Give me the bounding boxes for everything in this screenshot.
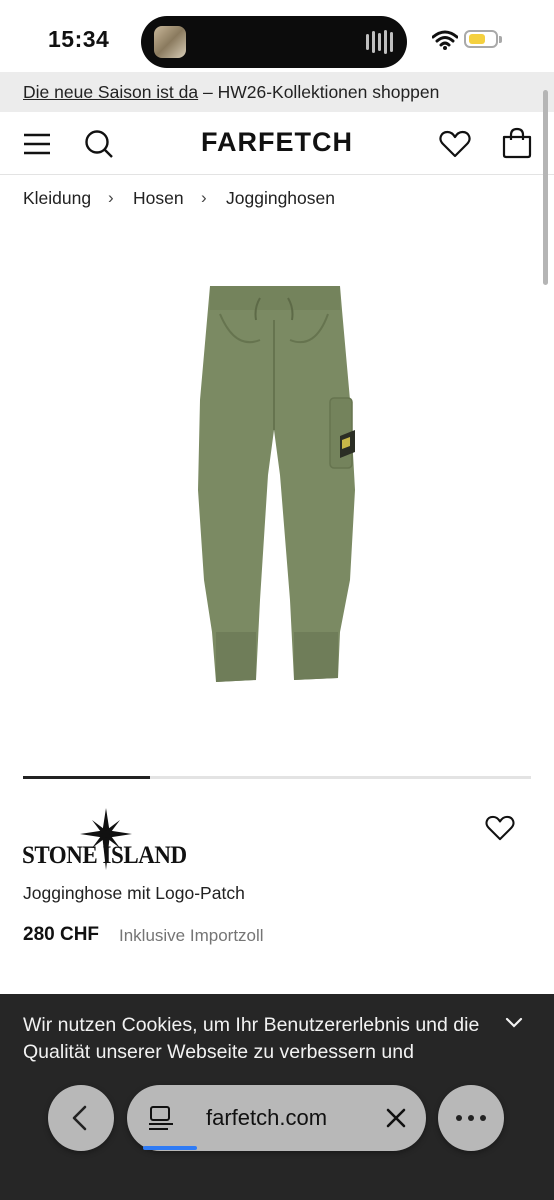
image-carousel-progress — [23, 776, 531, 779]
audio-wave-bar — [390, 32, 393, 52]
audio-wave-bar — [378, 33, 381, 51]
brand-name[interactable]: STONE ISLAND — [22, 842, 187, 870]
more-icon — [456, 1115, 486, 1121]
close-icon[interactable] — [385, 1107, 407, 1129]
back-button[interactable] — [48, 1085, 114, 1151]
back-chevron-icon — [72, 1105, 87, 1131]
battery-icon — [464, 30, 498, 48]
cookie-text: Wir nutzen Cookies, um Ihr Benutzererleb… — [23, 1014, 480, 1063]
product-title: Jogginghose mit Logo-Patch — [23, 883, 245, 903]
image-carousel-progress-fill — [23, 776, 150, 779]
url-text[interactable]: farfetch.com — [206, 1105, 327, 1131]
status-time: 15:34 — [48, 26, 110, 52]
audio-wave-bar — [372, 31, 375, 53]
now-playing-artwork — [154, 26, 186, 58]
breadcrumb-item-jogginghosen[interactable]: Jogginghosen — [226, 188, 335, 209]
wifi-icon — [432, 30, 458, 50]
page-scrollbar[interactable] — [543, 90, 548, 285]
battery-level — [469, 34, 485, 44]
breadcrumb-separator: › — [108, 188, 114, 207]
page-load-progress — [143, 1146, 197, 1150]
breadcrumb-separator: › — [201, 188, 207, 207]
battery-tip — [499, 36, 502, 43]
promo-link[interactable]: Die neue Saison ist da — [23, 82, 198, 102]
more-button[interactable] — [438, 1085, 504, 1151]
product-image[interactable] — [190, 280, 365, 685]
promo-rest: – HW26-Kollektionen shoppen — [198, 82, 440, 102]
breadcrumb-item-hosen[interactable]: Hosen — [133, 188, 184, 209]
tabs-icon[interactable] — [148, 1105, 174, 1131]
wishlist-heart-icon[interactable] — [439, 130, 471, 158]
audio-wave-bar — [384, 30, 387, 54]
chevron-down-icon[interactable] — [505, 1017, 523, 1029]
shopping-bag-icon[interactable] — [501, 127, 533, 159]
product-price: 280 CHF — [23, 924, 100, 945]
breadcrumb-item-kleidung[interactable]: Kleidung — [23, 188, 91, 209]
price-note: Inklusive Importzoll — [119, 926, 264, 945]
product-wishlist-heart-icon[interactable] — [485, 815, 515, 841]
audio-wave-bar — [366, 34, 369, 50]
promo-text: Die neue Saison ist da – HW26-Kollektion… — [23, 82, 439, 103]
